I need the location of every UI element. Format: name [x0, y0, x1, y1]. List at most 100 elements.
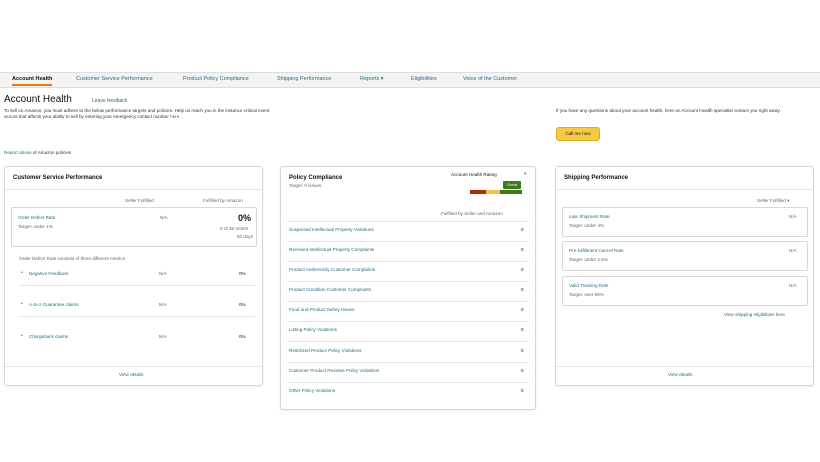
view-details-link[interactable]: View details: [668, 372, 692, 377]
odr-amazon-value: 0%: [238, 213, 252, 223]
chevron-down-icon[interactable]: ▾: [787, 198, 789, 203]
late-shipment-box: Late Shipment Rate Target: under 4% N/A: [562, 207, 808, 237]
metric-amazon-value: 0%: [239, 302, 246, 307]
report-abuse-line: Report abuse of Amazon policies: [4, 150, 71, 155]
divider: [287, 261, 529, 262]
policy-count: 0: [521, 327, 524, 332]
divider: [287, 241, 529, 242]
policy-item-food-safety[interactable]: Food and Product Safety Issues: [289, 307, 354, 312]
policy-item-listing[interactable]: Listing Policy Violations: [289, 327, 337, 332]
cancel-rate-link[interactable]: Pre-fulfillment Cancel Rate: [569, 248, 624, 253]
divider: [556, 366, 813, 367]
odr-days: 60 days: [237, 234, 254, 239]
policy-count: 0: [521, 348, 524, 353]
chevron-down-icon: ▾: [380, 76, 384, 82]
tab-eligibilities[interactable]: Eligibilities: [411, 76, 437, 82]
emergency-contact-link[interactable]: here.: [170, 114, 180, 119]
valid-tracking-link[interactable]: Valid Tracking Rate: [569, 283, 609, 288]
metric-amazon-value: 0%: [239, 334, 246, 339]
leave-feedback-link[interactable]: Leave feedback: [92, 98, 127, 104]
odr-metrics-note: Order Defect Rate consists of three diff…: [19, 256, 127, 261]
rating-bar-fair: [486, 190, 500, 194]
divider: [287, 321, 529, 322]
policy-count: 0: [521, 247, 524, 252]
col-seller-fulfilled-label: Seller Fulfilled: [757, 198, 786, 203]
bullet-icon: •: [21, 301, 23, 307]
card-title: Customer Service Performance: [13, 175, 103, 181]
col-fulfilled-by-amazon: Fulfilled by Amazon: [203, 198, 243, 203]
card-title: Policy Compliance: [289, 175, 343, 181]
bullet-icon: •: [21, 333, 23, 339]
metric-seller-value: N/A: [159, 302, 167, 307]
valid-tracking-box: Valid Tracking Rate Target: over 95% N/A: [562, 276, 808, 306]
policy-compliance-card: Policy Compliance Target: 0 issues Accou…: [280, 166, 536, 410]
late-shipment-value: N/A: [789, 214, 797, 219]
rating-label: Account Health Rating: [451, 172, 497, 177]
tab-shipping-performance[interactable]: Shipping Performance: [277, 76, 331, 82]
policy-item-authenticity[interactable]: Product Authenticity Customer Complaints: [289, 267, 375, 272]
cancel-rate-target: Target: under 2.5%: [569, 257, 608, 262]
late-shipment-target: Target: under 4%: [569, 223, 604, 228]
report-abuse-suffix: of Amazon policies: [32, 150, 72, 155]
odr-link[interactable]: Order Defect Rate: [18, 215, 55, 220]
card-header: Shipping Performance: [556, 167, 813, 190]
customer-service-card: Customer Service Performance Seller Fulf…: [4, 166, 263, 386]
view-details-link[interactable]: View details: [119, 372, 143, 377]
col-fulfilled-by-seller-and-amazon: Fulfilled by Seller and Amazon: [441, 211, 503, 216]
metric-negative-feedback[interactable]: Negative Feedback: [29, 271, 69, 276]
valid-tracking-value: N/A: [789, 283, 797, 288]
policy-count: 0: [521, 388, 524, 393]
tab-voice-of-customer[interactable]: Voice of the Customer: [463, 76, 517, 82]
divider: [287, 341, 529, 342]
bullet-icon: •: [21, 270, 23, 276]
policy-item-reviews[interactable]: Customer Product Reviews Policy Violatio…: [289, 368, 379, 373]
odr-target: Target: under 1%: [18, 224, 53, 229]
policy-count: 0: [521, 227, 524, 232]
metric-a-to-z-claims[interactable]: A-to-z Guarantee claims: [29, 302, 79, 307]
rating-bar-good: [500, 190, 522, 194]
divider: [287, 301, 529, 302]
card-title: Shipping Performance: [564, 175, 629, 181]
shipping-performance-card: Shipping Performance Seller Fulfilled ▾ …: [555, 166, 814, 386]
policy-target: Target: 0 issues: [289, 183, 322, 188]
tab-reports[interactable]: Reports ▾: [360, 76, 384, 82]
tab-account-health[interactable]: Account Health: [12, 76, 53, 86]
shipping-eligibilities-link[interactable]: View shipping eligibilities here: [724, 312, 785, 317]
tab-customer-service-performance[interactable]: Customer Service Performance: [76, 76, 153, 82]
rating-badge: Great: [503, 181, 521, 189]
divider: [5, 366, 262, 367]
policy-item-condition[interactable]: Product Condition Customer Complaints: [289, 287, 371, 292]
report-abuse-link[interactable]: Report abuse: [4, 150, 32, 155]
policy-count: 0: [521, 307, 524, 312]
policy-item-ip-complaints[interactable]: Received Intellectual Property Complaint…: [289, 247, 374, 252]
odr-orders: 0 of 35 orders: [220, 226, 249, 231]
intro-body: To sell on Amazon, you must adhere to th…: [4, 108, 270, 119]
chevron-down-icon[interactable]: ▾: [524, 171, 526, 177]
metric-chargeback-claims[interactable]: Chargeback claims: [29, 334, 68, 339]
tab-product-policy-compliance[interactable]: Product Policy Compliance: [183, 76, 249, 82]
policy-count: 0: [521, 267, 524, 272]
policy-item-restricted[interactable]: Restricted Product Policy Violations: [289, 348, 361, 353]
metric-seller-value: N/A: [159, 271, 167, 276]
cancel-rate-box: Pre-fulfillment Cancel Rate Target: unde…: [562, 241, 808, 271]
policy-item-other[interactable]: Other Policy Violations: [289, 388, 335, 393]
policy-item-ip-violations[interactable]: Suspected Intellectual Property Violatio…: [289, 227, 374, 232]
tab-reports-label: Reports: [360, 76, 380, 82]
divider: [287, 221, 529, 222]
late-shipment-link[interactable]: Late Shipment Rate: [569, 214, 610, 219]
odr-seller-value: N/A: [160, 215, 168, 220]
policy-count: 0: [521, 368, 524, 373]
odr-box: Order Defect Rate Target: under 1% N/A 0…: [11, 207, 257, 247]
divider: [287, 281, 529, 282]
policy-count: 0: [521, 287, 524, 292]
cancel-rate-value: N/A: [789, 248, 797, 253]
page-title: Account Health: [4, 94, 72, 105]
rating-bar-bad: [470, 190, 486, 194]
col-seller-fulfilled: Seller Fulfilled ▾: [757, 198, 789, 204]
top-nav: Account Health Customer Service Performa…: [0, 72, 820, 88]
metric-amazon-value: 0%: [239, 271, 246, 276]
card-header: Customer Service Performance: [5, 167, 262, 190]
intro-text: To sell on Amazon, you must adhere to th…: [4, 108, 274, 120]
call-me-now-button[interactable]: Call me now: [556, 127, 600, 141]
metric-seller-value: N/A: [159, 334, 167, 339]
